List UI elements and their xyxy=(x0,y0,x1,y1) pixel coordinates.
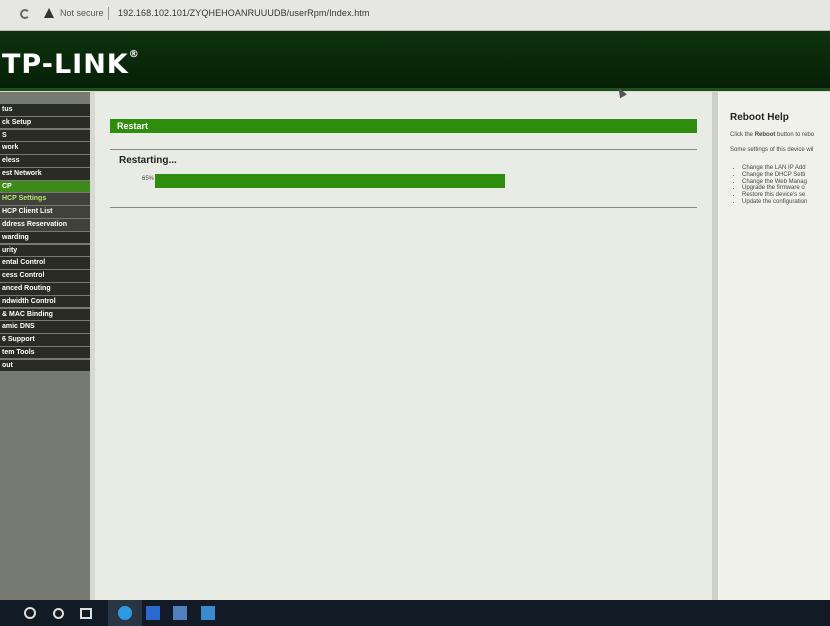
sidebar-item-forwarding[interactable]: warding xyxy=(0,231,90,244)
sidebar-item-access-control[interactable]: cess Control xyxy=(0,270,90,282)
restart-progress-bar xyxy=(155,174,505,188)
url-text[interactable]: 192.168.102.101/ZYQHEHOANRUUUDB/userRpm/… xyxy=(118,8,370,18)
help-list-item: Update the configuration xyxy=(742,199,807,206)
calculator-icon[interactable] xyxy=(173,606,187,620)
restart-status: Restarting... xyxy=(119,155,177,166)
help-list-item: Restore this device's se xyxy=(742,192,807,199)
sidebar-item-dhcp-settings[interactable]: HCP Settings xyxy=(0,193,90,206)
page-title: Restart xyxy=(110,119,697,133)
cortana-icon[interactable] xyxy=(53,608,64,619)
sidebar-item-dhcp[interactable]: CP xyxy=(0,180,90,193)
router-header: TP-LINK® xyxy=(0,31,830,91)
sidebar-item-network[interactable]: work xyxy=(0,142,90,154)
help-list-item: Change the Web Manag xyxy=(742,179,807,186)
search-icon[interactable] xyxy=(24,607,36,619)
sidebar-menu: tus ck Setup S work eless est Network CP… xyxy=(0,104,90,372)
help-list-item: Change the LAN IP Add xyxy=(742,165,807,172)
sidebar-item-dynamic-dns[interactable]: amic DNS xyxy=(0,321,90,333)
edge-browser-icon[interactable] xyxy=(118,606,132,620)
progress-percent: 65% xyxy=(142,176,155,182)
sidebar-item-parental-control[interactable]: ental Control xyxy=(0,257,90,269)
browser-address-bar: Not secure 192.168.102.101/ZYQHEHOANRUUU… xyxy=(0,0,830,31)
sidebar-item-security[interactable]: urity xyxy=(0,244,90,257)
help-list: Change the LAN IP Add Change the DHCP Se… xyxy=(730,165,807,206)
file-explorer-icon[interactable] xyxy=(201,606,215,620)
sidebar-item-wireless[interactable]: eless xyxy=(0,155,90,167)
sidebar-item-dhcp-client-list[interactable]: HCP Client List xyxy=(0,206,90,218)
help-list-item: Upgrade the firmware o xyxy=(742,185,807,192)
tp-link-logo: TP-LINK® xyxy=(2,49,140,80)
sidebar-item-ipv6-support[interactable]: 6 Support xyxy=(0,334,90,346)
sidebar-item-wps[interactable]: S xyxy=(0,129,90,142)
task-view-icon[interactable] xyxy=(80,608,92,619)
store-icon[interactable] xyxy=(146,606,160,620)
address-divider xyxy=(108,7,109,20)
logo-mark: ® xyxy=(128,49,140,60)
sidebar-item-guest-network[interactable]: est Network xyxy=(0,167,90,180)
main-content: Restart Restarting... 65% xyxy=(95,85,712,600)
sidebar-item-ip-mac-binding[interactable]: & MAC Binding xyxy=(0,308,90,321)
help-text-prefix: Click the xyxy=(730,132,755,138)
progress-fill xyxy=(155,174,505,188)
help-text-suffix: button to rebo xyxy=(775,132,815,138)
sidebar-item-logout[interactable]: out xyxy=(0,359,90,372)
sidebar-item-status[interactable]: tus xyxy=(0,104,90,116)
divider-bottom xyxy=(110,207,697,208)
help-reboot-text: Click the Reboot button to rebo xyxy=(730,132,814,138)
help-list-item: Change the DHCP Setti xyxy=(742,172,807,179)
help-text-bold: Reboot xyxy=(754,132,776,138)
windows-taskbar xyxy=(0,600,830,626)
logo-text: TP-LINK xyxy=(2,49,129,80)
reload-icon[interactable] xyxy=(20,9,30,19)
help-title: Reboot Help xyxy=(730,112,789,123)
sidebar: tus ck Setup S work eless est Network CP… xyxy=(0,92,90,600)
help-settings-text: Some settings of this device wil xyxy=(730,147,814,153)
help-panel: Reboot Help Click the Reboot button to r… xyxy=(712,92,830,600)
warning-icon[interactable] xyxy=(44,8,54,18)
sidebar-item-advanced-routing[interactable]: anced Routing xyxy=(0,282,90,295)
sidebar-item-address-reservation[interactable]: ddress Reservation xyxy=(0,219,90,231)
sidebar-item-quick-setup[interactable]: ck Setup xyxy=(0,116,90,129)
sidebar-item-system-tools[interactable]: tem Tools xyxy=(0,346,90,359)
security-label[interactable]: Not secure xyxy=(60,8,104,18)
sidebar-item-bandwidth-control[interactable]: ndwidth Control xyxy=(0,295,90,308)
divider-top xyxy=(110,149,697,150)
